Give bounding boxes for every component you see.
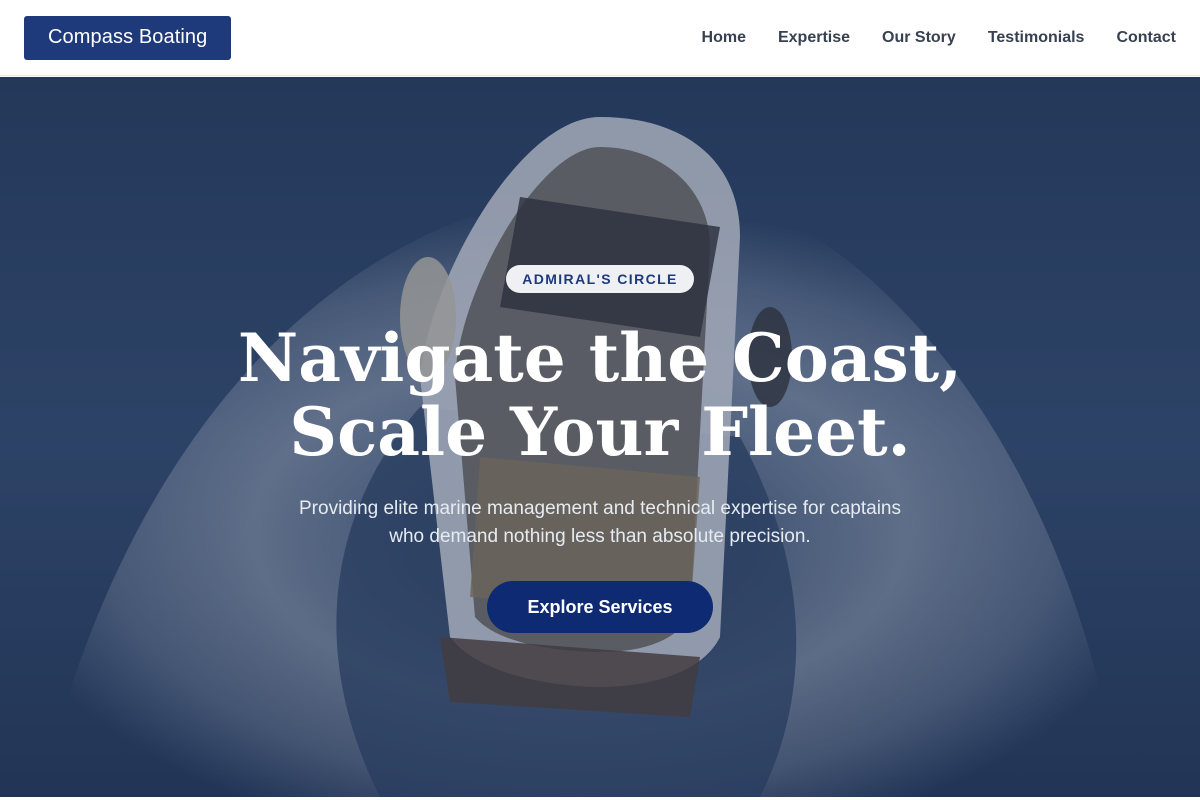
hero-headline: Navigate the Coast, Scale Your Fleet. [237, 319, 963, 471]
hero-section: ADMIRAL'S CIRCLE Navigate the Coast, Sca… [0, 77, 1200, 797]
hero-badge: ADMIRAL'S CIRCLE [506, 265, 694, 293]
hero-content: ADMIRAL'S CIRCLE Navigate the Coast, Sca… [0, 77, 1200, 797]
nav-link-expertise[interactable]: Expertise [778, 29, 850, 47]
site-header: Compass Boating Home Expertise Our Story… [0, 0, 1200, 76]
nav-link-our-story[interactable]: Our Story [882, 29, 956, 47]
explore-services-button[interactable]: Explore Services [487, 581, 713, 633]
nav-link-testimonials[interactable]: Testimonials [988, 29, 1085, 47]
hero-subtext: Providing elite marine management and te… [299, 498, 901, 547]
main-nav: Home Expertise Our Story Testimonials Co… [702, 29, 1176, 47]
brand-logo[interactable]: Compass Boating [24, 15, 232, 60]
nav-link-contact[interactable]: Contact [1116, 29, 1176, 47]
nav-link-home[interactable]: Home [702, 29, 746, 47]
